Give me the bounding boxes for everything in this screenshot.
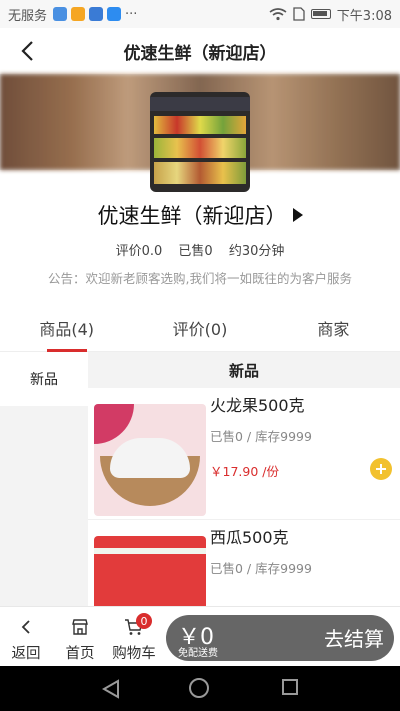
cart-button[interactable]: 购物车 0 <box>108 613 160 663</box>
home-label: 首页 <box>65 646 95 662</box>
category-sidebar: 新品 <box>0 352 88 606</box>
product-info: 西瓜500克 已售0 / 库存9999 <box>210 520 390 577</box>
category-item-new[interactable]: 新品 <box>0 352 88 406</box>
watermelon-rind-shape <box>94 548 206 554</box>
home-button[interactable]: 首页 <box>54 613 106 663</box>
video-app-icon <box>107 7 122 21</box>
battery-icon <box>310 9 331 19</box>
store-photo <box>150 92 250 192</box>
expand-arrow-icon <box>292 208 303 222</box>
store-name: 优速生鲜（新迎店） <box>97 204 287 228</box>
system-back-icon[interactable] <box>101 679 121 699</box>
shipping-note: 免配送费 <box>178 648 218 659</box>
tab-merchant[interactable]: 商家 <box>267 304 400 351</box>
store-stats: 评价0.0 已售0 约30分钟 <box>0 240 400 259</box>
product-price-row: ￥17.90 /份 <box>210 461 390 480</box>
product-price: ￥17.90 <box>210 464 259 479</box>
store-rating: 评价0.0 <box>115 244 163 259</box>
section-title: 新品 <box>88 352 400 388</box>
product-name: 火龙果500克 <box>210 396 305 415</box>
store-sold: 已售0 <box>178 244 213 259</box>
bottom-bar: 返回 首页 购物车 0 ￥0 免配送费 去结算 <box>0 606 400 666</box>
price-unit: /份 <box>262 464 279 479</box>
product-area: 新品 新品 火龙果500克 已售0 / 库存9999 ￥17.90 /份 西瓜5… <box>0 352 400 606</box>
fruit-shelf <box>154 116 246 134</box>
page-title: 优速生鲜（新迎店） <box>123 43 277 64</box>
top-nav: 优速生鲜（新迎店） <box>0 28 400 74</box>
tab-products[interactable]: 商品(4) <box>0 304 133 352</box>
cart-count-badge: 0 <box>136 613 152 629</box>
app-notification-icon <box>71 7 86 21</box>
pitaya-flesh-shape <box>110 438 190 478</box>
product-stock: 已售0 / 库存9999 <box>210 429 312 444</box>
app-notification-icon <box>53 7 68 21</box>
back-arrow-icon <box>21 41 33 61</box>
tab-bar: 商品(4) 评价(0) 商家 <box>0 304 400 352</box>
fruit-shelf <box>154 162 246 184</box>
system-home-icon[interactable] <box>189 678 209 698</box>
product-image[interactable] <box>94 536 206 606</box>
clock: 下午3:08 <box>336 8 392 24</box>
tab-reviews[interactable]: 评价(0) <box>133 304 266 351</box>
store-notice: 公告：欢迎新老顾客选购,我们将一如既往的为客户服务 <box>48 271 352 286</box>
back-button[interactable] <box>10 34 44 68</box>
system-nav-bar <box>0 666 400 711</box>
status-bar: 无服务 ··· 下午3:08 <box>0 0 400 28</box>
pitaya-skin-shape <box>94 404 134 444</box>
product-item[interactable]: 西瓜500克 已售0 / 库存9999 <box>88 520 400 606</box>
system-recents-icon[interactable] <box>282 679 298 695</box>
notification-icons: ··· <box>53 7 137 22</box>
bottom-back-button[interactable]: 返回 <box>0 613 52 663</box>
more-notifications: ··· <box>125 6 138 22</box>
add-to-cart-button[interactable] <box>370 458 392 480</box>
delivery-time: 约30分钟 <box>228 244 285 259</box>
product-stock: 已售0 / 库存9999 <box>210 561 312 576</box>
product-item[interactable]: 火龙果500克 已售0 / 库存9999 ￥17.90 /份 <box>88 388 400 520</box>
carrier-label: 无服务 <box>8 8 48 24</box>
back-label: 返回 <box>11 646 41 662</box>
fruit-shelf <box>154 138 246 158</box>
product-image[interactable] <box>94 404 206 516</box>
product-list[interactable]: 新品 火龙果500克 已售0 / 库存9999 ￥17.90 /份 西瓜500克… <box>88 352 400 606</box>
product-name: 西瓜500克 <box>210 528 289 547</box>
checkout-bar[interactable]: ￥0 免配送费 去结算 <box>166 615 394 661</box>
video-app-icon <box>89 7 104 21</box>
cart-label: 购物车 <box>112 646 156 662</box>
back-arrow-icon <box>21 620 30 634</box>
plus-icon <box>376 464 386 474</box>
store-sign-shape <box>150 97 250 111</box>
store-name-row[interactable]: 优速生鲜（新迎店） <box>0 200 400 230</box>
product-info: 火龙果500克 已售0 / 库存9999 ￥17.90 /份 <box>210 388 390 480</box>
wifi-icon <box>269 7 287 20</box>
checkout-button[interactable]: 去结算 <box>324 623 384 652</box>
store-icon <box>72 619 88 635</box>
sim-icon <box>293 7 305 21</box>
